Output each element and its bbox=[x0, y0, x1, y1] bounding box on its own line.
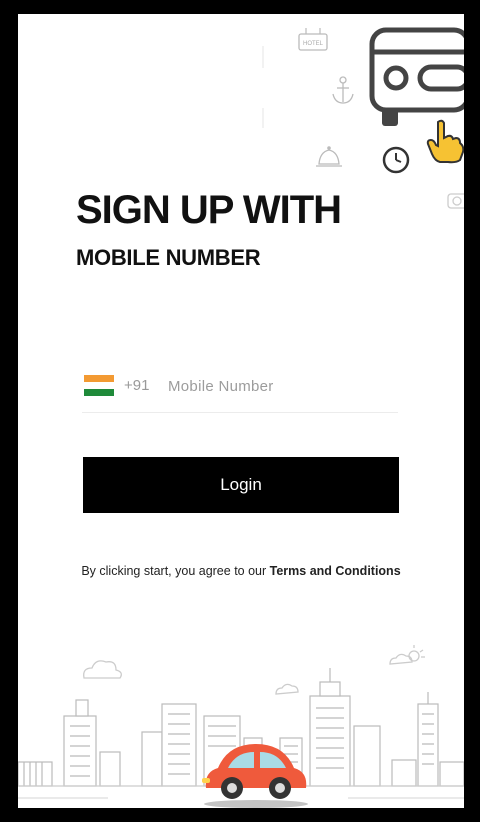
hotel-sign-text: HOTEL bbox=[303, 41, 324, 47]
terms-prefix: By clicking start, you agree to our bbox=[81, 564, 270, 578]
terms-and-conditions-link[interactable]: Terms and Conditions bbox=[270, 564, 401, 578]
terms-notice: By clicking start, you agree to our Term… bbox=[18, 564, 464, 578]
page-subtitle: MOBILE NUMBER bbox=[76, 245, 261, 270]
mobile-number-field-row: +91 bbox=[82, 372, 398, 413]
bell-icon bbox=[316, 146, 342, 167]
camera-icon bbox=[447, 193, 464, 209]
cloud-icon bbox=[83, 660, 299, 695]
india-flag-icon[interactable] bbox=[84, 375, 114, 396]
vertical-lines-deco bbox=[262, 46, 264, 128]
hand-pointer-icon bbox=[426, 119, 464, 164]
hotel-sign-icon: HOTEL bbox=[298, 28, 328, 51]
country-code[interactable]: +91 bbox=[124, 377, 149, 394]
page-title: SIGN UP WITH bbox=[76, 188, 342, 232]
anchor-icon bbox=[332, 76, 354, 104]
sun-icon bbox=[389, 645, 425, 665]
mobile-number-input[interactable] bbox=[168, 373, 388, 399]
signup-screen: HOTEL SIGN UP WITH MOBILE NUMBER +91 Mob… bbox=[18, 14, 464, 808]
login-button[interactable]: Login bbox=[83, 457, 399, 513]
clock-icon bbox=[382, 146, 410, 174]
red-car-icon bbox=[202, 744, 308, 808]
